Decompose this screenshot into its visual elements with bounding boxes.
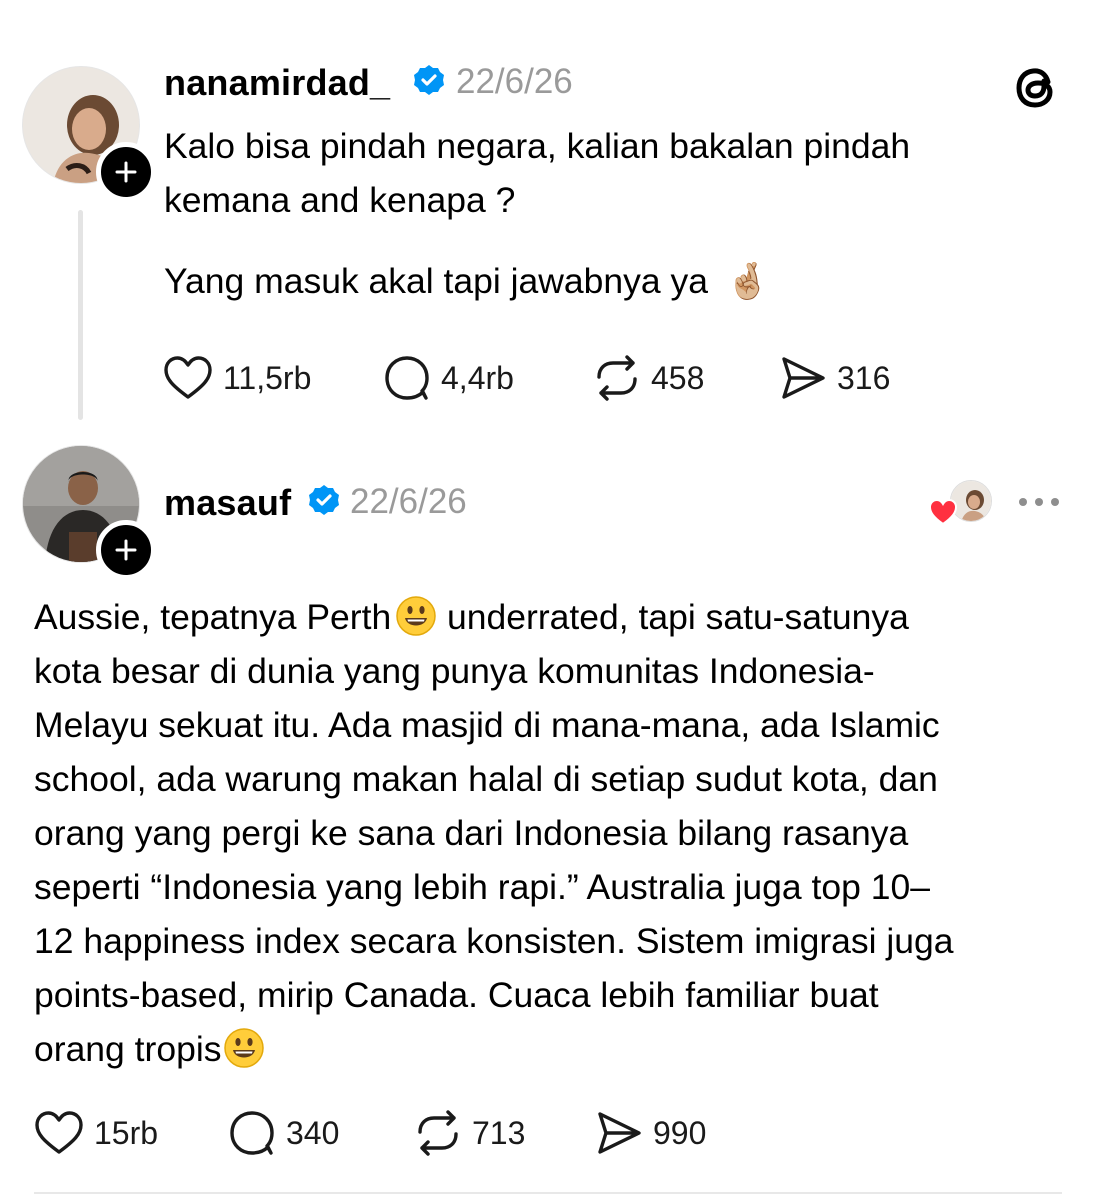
reply-count: 340 [286,1114,340,1151]
plus-icon [115,161,137,183]
verified-badge-icon [412,63,446,97]
share-button[interactable]: 316 [779,355,890,401]
like-button[interactable]: 15rb [34,1110,158,1156]
heart-filled-icon [928,498,958,526]
reply-text-line: seperti “Indonesia yang lebih rapi.” Aus… [34,867,930,907]
send-icon [598,1112,641,1154]
heart-icon [35,1111,83,1154]
repost-icon [597,355,637,401]
threads-logo-icon[interactable] [1012,62,1062,112]
reply-text-line: Melayu sekuat itu. Ada masjid di mana-ma… [34,705,940,745]
liked-by-author-indicator [928,480,994,526]
like-count: 15rb [94,1114,159,1151]
repost-count: 458 [651,359,705,396]
plus-icon [115,539,137,561]
post-username[interactable]: nanamirdad_ [164,62,390,104]
repost-button[interactable]: 713 [414,1110,525,1156]
post-text-line: kemana and kenapa ? [164,180,516,220]
reply-bubble-icon [230,1111,274,1155]
thread-connector-line [78,210,83,420]
grinning-emoji-icon [396,596,436,636]
like-count: 11,5rb [223,359,312,396]
reply-text-segment: Aussie, tepatnya Perth [34,597,392,637]
reply-bubble-icon [385,356,429,400]
repost-icon [418,1110,458,1156]
follow-button[interactable] [96,520,156,580]
reply-text-line: school, ada warung makan halal di setiap… [34,759,938,799]
post-text: Kalo bisa pindah negara, kalian bakalan … [164,119,910,227]
reply-button[interactable]: 4,4rb [383,355,514,401]
reply-text-segment: underrated, tapi satu-satunya [437,597,909,637]
grinning-emoji-icon [224,1028,265,1068]
like-button[interactable]: 11,5rb [163,355,311,401]
repost-button[interactable]: 458 [593,355,704,401]
reply-count: 4,4rb [441,359,514,396]
reply-text-line: Aussie, tepatnya Perth underrated, tapi … [34,590,954,644]
reply-text-line: points-based, mirip Canada. Cuaca lebih … [34,975,879,1015]
share-button[interactable]: 990 [595,1110,706,1156]
follow-button[interactable] [96,142,156,202]
post-text-second-paragraph: Yang masuk akal tapi jawabnya ya 🤞🏼 [164,254,770,308]
share-count: 316 [837,359,891,396]
post-timestamp: 22/6/26 [350,482,467,521]
post-text-line: Kalo bisa pindah negara, kalian bakalan … [164,126,911,166]
post-timestamp: 22/6/26 [456,62,573,101]
verified-badge-icon [307,483,341,517]
post-username[interactable]: masauf [164,482,291,524]
reply-text-line: 12 happiness index secara konsisten. Sis… [34,921,954,961]
reply-text: Aussie, tepatnya Perth underrated, tapi … [34,590,954,1076]
divider [34,1192,1062,1194]
reply-text-line: kota besar di dunia yang punya komunitas… [34,651,875,691]
more-options-icon[interactable] [1016,492,1062,512]
reply-text-line: orang yang pergi ke sana dari Indonesia … [34,813,909,853]
reply-button[interactable]: 340 [228,1110,339,1156]
post-text-line: Yang masuk akal tapi jawabnya ya [164,261,708,301]
repost-count: 713 [472,1114,526,1151]
reply-text-line: orang tropis [34,1022,954,1076]
crossed-fingers-emoji: 🤞🏼 [725,261,771,301]
share-count: 990 [653,1114,707,1151]
heart-icon [164,356,212,399]
send-icon [782,357,825,399]
reply-text-segment: orang tropis [34,1029,222,1069]
